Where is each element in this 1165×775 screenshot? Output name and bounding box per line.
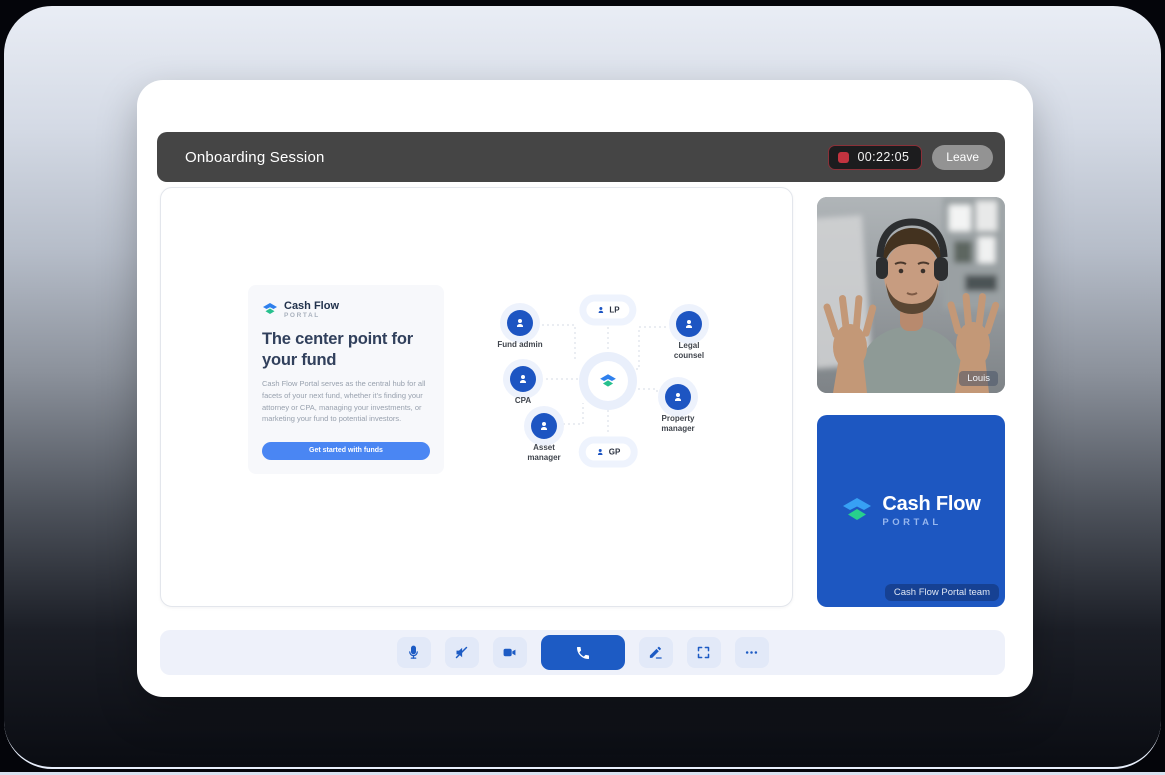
record-icon	[838, 152, 849, 163]
brand-texts: Cash Flow PORTAL	[284, 300, 339, 319]
call-header: Onboarding Session 00:22:05 Leave	[157, 132, 1005, 182]
legal-counsel-node	[676, 311, 702, 337]
team-brand-texts: Cash Flow PORTAL	[882, 494, 980, 528]
annotate-button[interactable]	[639, 637, 673, 668]
brand-subtitle: PORTAL	[284, 312, 339, 319]
more-options-button[interactable]	[735, 637, 769, 668]
remote-video-tile[interactable]: Louis	[817, 197, 1005, 393]
brand-lockup: Cash Flow PORTAL	[262, 300, 430, 319]
person-icon	[672, 391, 684, 403]
property-manager-label: Property manager	[652, 414, 704, 435]
microphone-button[interactable]	[397, 637, 431, 668]
microphone-icon	[406, 645, 421, 660]
asset-manager-label: Asset manager	[518, 443, 570, 464]
end-call-button[interactable]	[541, 635, 625, 670]
meeting-window: Onboarding Session 00:22:05 Leave Cash F…	[137, 80, 1033, 697]
gp-label: GP	[609, 448, 621, 457]
team-brand-lockup: Cash Flow PORTAL	[841, 494, 980, 528]
team-brand-name: Cash Flow	[882, 494, 980, 515]
cash-flow-hub-node	[588, 361, 628, 401]
person-icon	[538, 420, 550, 432]
video-camera-icon	[502, 645, 517, 660]
call-title: Onboarding Session	[185, 149, 325, 166]
participant-name-badge: Louis	[959, 371, 998, 386]
brand-name: Cash Flow	[284, 300, 339, 312]
timer-value: 00:22:05	[857, 150, 909, 164]
team-name-badge: Cash Flow Portal team	[885, 584, 999, 601]
ecosystem-diagram: LP Fund admin Legal counsel	[471, 283, 721, 508]
cash-flow-logo-icon	[599, 373, 617, 390]
slide-body-text: Cash Flow Portal serves as the central h…	[262, 378, 434, 425]
get-started-button[interactable]: Get started with funds	[262, 442, 430, 460]
team-tile[interactable]: Cash Flow PORTAL Cash Flow Portal team	[817, 415, 1005, 607]
asset-manager-node	[531, 413, 557, 439]
pen-icon	[648, 645, 663, 660]
cpa-node	[510, 366, 536, 392]
person-icon	[596, 448, 605, 457]
pitch-card: Cash Flow PORTAL The center point for yo…	[248, 285, 444, 474]
legal-counsel-label: Legal counsel	[666, 341, 712, 362]
fund-admin-label: Fund admin	[485, 340, 555, 350]
call-toolbar	[160, 630, 1005, 675]
more-icon	[744, 645, 759, 660]
phone-icon	[575, 645, 591, 661]
screen-share-area: Cash Flow PORTAL The center point for yo…	[160, 187, 793, 607]
person-icon	[514, 317, 526, 329]
fullscreen-button[interactable]	[687, 637, 721, 668]
remote-video-feed	[817, 197, 1005, 393]
speaker-mute-button[interactable]	[445, 637, 479, 668]
lp-node: LP	[586, 302, 629, 319]
team-brand-subtitle: PORTAL	[882, 517, 980, 528]
recording-timer: 00:22:05	[828, 145, 922, 170]
camera-button[interactable]	[493, 637, 527, 668]
leave-button[interactable]: Leave	[932, 145, 993, 170]
slide-heading: The center point for your fund	[262, 329, 434, 370]
property-manager-node	[665, 384, 691, 410]
fund-admin-node	[507, 310, 533, 336]
header-controls: 00:22:05 Leave	[828, 145, 993, 170]
person-icon	[517, 373, 529, 385]
gp-node: GP	[586, 444, 631, 461]
speaker-muted-icon	[454, 645, 469, 660]
fullscreen-icon	[696, 645, 711, 660]
lp-label: LP	[609, 306, 619, 315]
person-icon	[683, 318, 695, 330]
cash-flow-logo-icon	[262, 302, 278, 317]
person-icon	[596, 306, 605, 315]
cpa-label: CPA	[503, 396, 543, 406]
cash-flow-logo-icon	[841, 496, 873, 526]
